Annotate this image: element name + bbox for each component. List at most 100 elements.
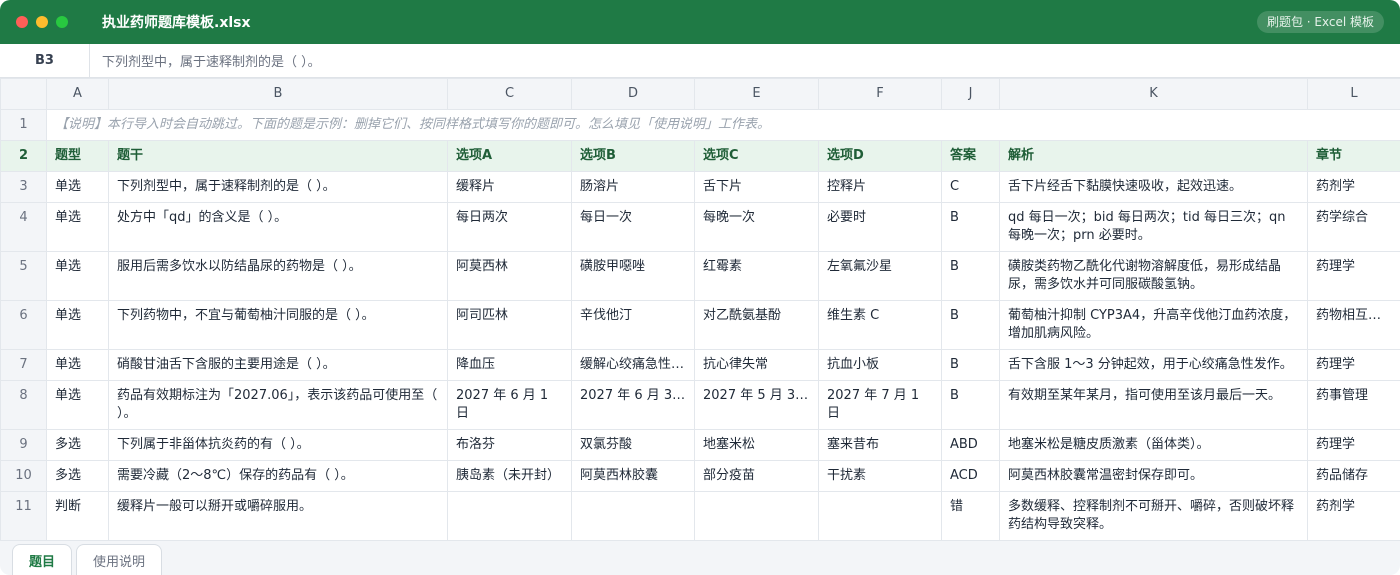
table-cell[interactable]: 下列属于非甾体抗炎药的有（ ）。 [108, 429, 448, 461]
table-cell[interactable]: 硝酸甘油舌下含服的主要用途是（ ）。 [108, 349, 448, 381]
formula-content[interactable]: 下列剂型中，属于速释制剂的是（ ）。 [90, 44, 321, 77]
table-cell[interactable]: 药事管理 [1307, 380, 1400, 430]
table-cell[interactable]: 双氯芬酸 [571, 429, 695, 461]
column-header[interactable]: F [818, 78, 942, 110]
table-cell[interactable]: B [941, 380, 1000, 430]
row-number[interactable]: 9 [0, 429, 47, 461]
table-cell[interactable]: 舌下含服 1～3 分钟起效，用于心绞痛急性发作。 [999, 349, 1308, 381]
table-cell[interactable]: B [941, 300, 1000, 350]
table-cell[interactable] [818, 491, 942, 541]
table-cell[interactable]: 舌下片经舌下黏膜快速吸收，起效迅速。 [999, 171, 1308, 203]
column-header[interactable]: L [1307, 78, 1400, 110]
table-cell[interactable]: 药学综合 [1307, 202, 1400, 252]
table-cell[interactable]: B [941, 251, 1000, 301]
column-header[interactable]: E [694, 78, 819, 110]
row-number[interactable]: 1 [0, 109, 47, 141]
table-cell[interactable]: 缓释片 [447, 171, 572, 203]
header-cell[interactable]: 题型 [46, 140, 109, 172]
table-cell[interactable] [694, 491, 819, 541]
table-cell[interactable]: B [941, 202, 1000, 252]
table-cell[interactable]: 单选 [46, 171, 109, 203]
row-number[interactable]: 6 [0, 300, 47, 350]
table-cell[interactable]: 单选 [46, 380, 109, 430]
maximize-window-button[interactable] [56, 16, 68, 28]
table-cell[interactable]: 阿莫西林胶囊常温密封保存即可。 [999, 460, 1308, 492]
table-cell[interactable]: 缓释片一般可以掰开或嚼碎服用。 [108, 491, 448, 541]
column-header[interactable]: K [999, 78, 1308, 110]
note-cell[interactable]: 【说明】本行导入时会自动跳过。下面的题是示例：删掉它们、按同样格式填写你的题即可… [46, 109, 1400, 141]
table-cell[interactable]: 葡萄柚汁抑制 CYP3A4，升高辛伐他汀血药浓度，增加肌病风险。 [999, 300, 1308, 350]
header-cell[interactable]: 题干 [108, 140, 448, 172]
table-cell[interactable]: 干扰素 [818, 460, 942, 492]
table-cell[interactable]: ABD [941, 429, 1000, 461]
table-cell[interactable]: 药理学 [1307, 251, 1400, 301]
table-cell[interactable]: 磺胺甲噁唑 [571, 251, 695, 301]
table-cell[interactable]: 每日一次 [571, 202, 695, 252]
header-cell[interactable]: 章节 [1307, 140, 1400, 172]
table-cell[interactable]: 药理学 [1307, 429, 1400, 461]
table-cell[interactable]: C [941, 171, 1000, 203]
table-cell[interactable]: 地塞米松 [694, 429, 819, 461]
table-cell[interactable] [571, 491, 695, 541]
row-number[interactable]: 4 [0, 202, 47, 252]
table-cell[interactable]: 2027 年 5 月 31 日 [694, 380, 819, 430]
table-cell[interactable]: 每日两次 [447, 202, 572, 252]
column-header[interactable]: D [571, 78, 695, 110]
table-cell[interactable]: 左氧氟沙星 [818, 251, 942, 301]
table-cell[interactable]: 缓解心绞痛急性发作 [571, 349, 695, 381]
header-cell[interactable]: 解析 [999, 140, 1308, 172]
table-cell[interactable]: 2027 年 6 月 30 日 [571, 380, 695, 430]
row-number[interactable]: 5 [0, 251, 47, 301]
table-cell[interactable]: 单选 [46, 300, 109, 350]
header-cell[interactable]: 答案 [941, 140, 1000, 172]
table-cell[interactable]: 多选 [46, 429, 109, 461]
table-cell[interactable]: 降血压 [447, 349, 572, 381]
table-cell[interactable]: 维生素 C [818, 300, 942, 350]
row-number[interactable]: 10 [0, 460, 47, 492]
row-number[interactable]: 3 [0, 171, 47, 203]
table-cell[interactable] [447, 491, 572, 541]
table-cell[interactable]: 对乙酰氨基酚 [694, 300, 819, 350]
table-cell[interactable]: 药剂学 [1307, 491, 1400, 541]
table-cell[interactable]: 必要时 [818, 202, 942, 252]
column-header[interactable]: B [108, 78, 448, 110]
table-cell[interactable]: 阿莫西林胶囊 [571, 460, 695, 492]
row-number[interactable]: 8 [0, 380, 47, 430]
table-cell[interactable]: 抗心律失常 [694, 349, 819, 381]
table-cell[interactable]: 药理学 [1307, 349, 1400, 381]
corner-select-all[interactable] [0, 78, 47, 110]
header-cell[interactable]: 选项D [818, 140, 942, 172]
table-cell[interactable]: 服用后需多饮水以防结晶尿的药物是（ ）。 [108, 251, 448, 301]
table-cell[interactable]: 肠溶片 [571, 171, 695, 203]
table-cell[interactable]: 2027 年 7 月 1 日 [818, 380, 942, 430]
table-cell[interactable]: 药品储存 [1307, 460, 1400, 492]
table-cell[interactable]: 错 [941, 491, 1000, 541]
table-cell[interactable]: 地塞米松是糖皮质激素（甾体类）。 [999, 429, 1308, 461]
table-cell[interactable]: 单选 [46, 202, 109, 252]
table-cell[interactable]: 判断 [46, 491, 109, 541]
table-cell[interactable]: 塞来昔布 [818, 429, 942, 461]
row-number[interactable]: 2 [0, 140, 47, 172]
table-cell[interactable]: 单选 [46, 251, 109, 301]
table-cell[interactable]: B [941, 349, 1000, 381]
row-number[interactable]: 11 [0, 491, 47, 541]
table-cell[interactable]: qd 每日一次；bid 每日两次；tid 每日三次；qn 每晚一次；prn 必要… [999, 202, 1308, 252]
table-cell[interactable]: 红霉素 [694, 251, 819, 301]
sheet-tab-questions[interactable]: 题目 [12, 544, 73, 575]
table-cell[interactable]: 多选 [46, 460, 109, 492]
minimize-window-button[interactable] [36, 16, 48, 28]
column-header[interactable]: J [941, 78, 1000, 110]
header-cell[interactable]: 选项B [571, 140, 695, 172]
column-header[interactable]: A [46, 78, 109, 110]
column-header[interactable]: C [447, 78, 572, 110]
header-cell[interactable]: 选项A [447, 140, 572, 172]
table-cell[interactable]: 有效期至某年某月，指可使用至该月最后一天。 [999, 380, 1308, 430]
table-cell[interactable]: 药品有效期标注为「2027.06」，表示该药品可使用至（ ）。 [108, 380, 448, 430]
table-cell[interactable]: 单选 [46, 349, 109, 381]
sheet-tab-instructions[interactable]: 使用说明 [76, 544, 163, 575]
cell-reference[interactable]: B3 [0, 44, 90, 77]
table-cell[interactable]: 阿司匹林 [447, 300, 572, 350]
table-cell[interactable]: 部分疫苗 [694, 460, 819, 492]
table-cell[interactable]: 每晚一次 [694, 202, 819, 252]
table-cell[interactable]: 多数缓释、控释制剂不可掰开、嚼碎，否则破坏释药结构导致突释。 [999, 491, 1308, 541]
